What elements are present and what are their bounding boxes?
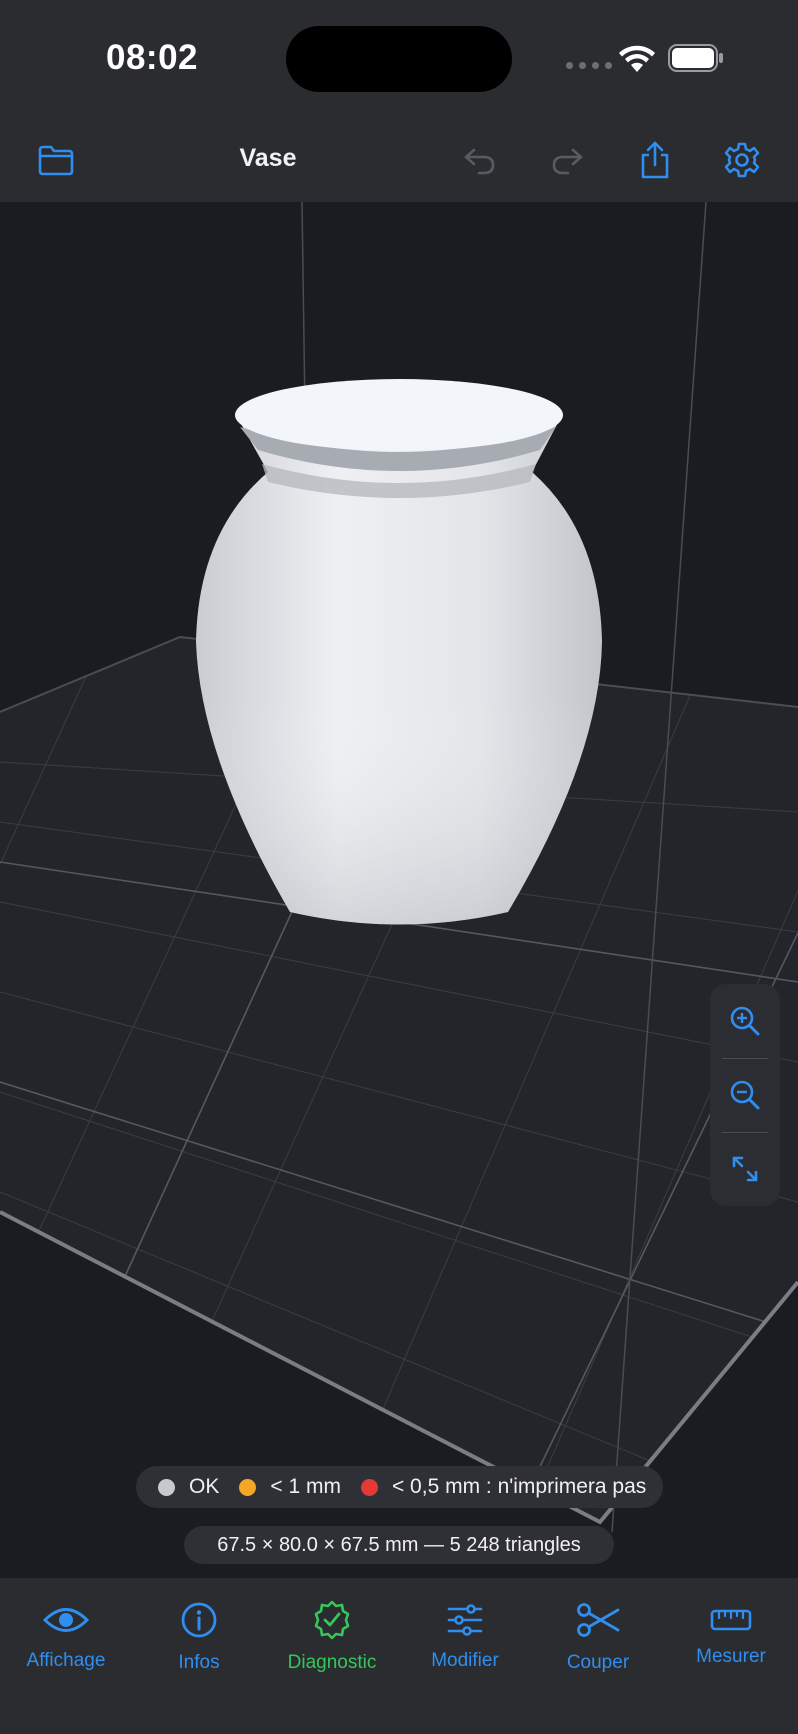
tab-label: Diagnostic [287, 1652, 377, 1673]
zoom-out-button[interactable] [710, 1058, 780, 1132]
undo-button[interactable] [458, 138, 502, 182]
info-icon [181, 1602, 217, 1638]
tab-infos[interactable]: Infos [133, 1588, 265, 1688]
scissors-icon [577, 1603, 620, 1637]
undo-icon [464, 148, 495, 175]
eye-icon [43, 1608, 89, 1632]
folder-icon [38, 145, 74, 176]
legend-item-ok: OK [158, 1475, 219, 1499]
battery-icon [668, 44, 723, 72]
tab-label: Mesurer [696, 1646, 766, 1667]
tab-label: Couper [566, 1652, 630, 1673]
legend-label: < 0,5 mm : n'imprimera pas [391, 1475, 647, 1498]
zoom-in-button[interactable] [710, 984, 780, 1058]
tab-mesurer[interactable]: Mesurer [665, 1588, 797, 1688]
zoom-controls [710, 984, 780, 1206]
legend-label: < 1 mm [270, 1475, 341, 1498]
fit-view-button[interactable] [710, 1132, 780, 1206]
tab-affichage[interactable]: Affichage [0, 1588, 132, 1688]
open-folder-button[interactable] [34, 138, 78, 182]
redo-button[interactable] [545, 138, 589, 182]
legend-item-too-thin: < 0,5 mm : n'imprimera pas [360, 1475, 647, 1499]
settings-button[interactable] [720, 138, 764, 182]
diagnostic-legend: OK < 1 mm < 0,5 mm : n'imprimera pas [136, 1466, 663, 1508]
3d-viewport[interactable] [0, 202, 798, 1578]
tab-bar: Affichage Infos Diagnostic Modifier Coup… [0, 1578, 798, 1734]
wifi-icon [619, 45, 655, 72]
document-title: Vase [239, 144, 297, 172]
zoom-in-icon [730, 1006, 760, 1036]
vase-model [196, 379, 602, 925]
tab-diagnostic[interactable]: Diagnostic [266, 1588, 398, 1688]
gear-icon [724, 142, 760, 178]
dynamic-island [286, 26, 512, 92]
legend-dot [158, 1478, 175, 1496]
ruler-icon [710, 1609, 752, 1631]
tab-modifier[interactable]: Modifier [399, 1588, 531, 1688]
model-dimensions-info: 67.5 × 80.0 × 67.5 mm — 5 248 triangles [184, 1526, 614, 1564]
check-seal-icon [314, 1600, 350, 1640]
cellular-signal-icon [566, 62, 612, 69]
status-time: 08:02 [106, 38, 199, 77]
sliders-icon [447, 1604, 483, 1636]
share-icon [641, 141, 669, 179]
legend-dot [239, 1478, 257, 1496]
toolbar: Vase [0, 120, 798, 202]
share-button[interactable] [633, 138, 677, 182]
legend-item-thin: < 1 mm [239, 1475, 341, 1499]
zoom-out-icon [730, 1080, 760, 1110]
tab-label: Infos [178, 1652, 220, 1673]
legend-label: OK [189, 1475, 220, 1498]
tab-couper[interactable]: Couper [532, 1588, 664, 1688]
tab-label: Modifier [431, 1650, 499, 1671]
redo-icon [552, 148, 583, 175]
legend-dot [360, 1478, 378, 1496]
tab-label: Affichage [26, 1650, 106, 1671]
expand-arrows-icon [732, 1156, 758, 1182]
3d-scene [0, 202, 798, 1533]
status-bar: 08:02 [0, 0, 798, 120]
